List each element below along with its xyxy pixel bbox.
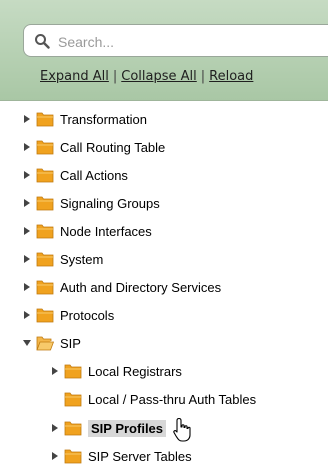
expand-arrow-icon[interactable]: [22, 198, 32, 208]
open-folder-icon: [36, 336, 54, 351]
tree-header: Expand All|Collapse All|Reload: [0, 0, 328, 101]
tree-item-label: Protocols: [60, 307, 115, 323]
tree-item-protocols[interactable]: Protocols: [22, 305, 114, 325]
folder-icon: [64, 392, 82, 407]
tree-item-label: Call Routing Table: [60, 139, 166, 155]
hand-pointer-icon: [173, 417, 191, 442]
folder-icon: [64, 421, 82, 436]
separator: |: [200, 69, 206, 84]
tree-item-sip-server-tables[interactable]: SIP Server Tables: [50, 446, 192, 466]
expand-arrow-icon[interactable]: [22, 226, 32, 236]
tree-item-label: SIP Profiles: [88, 419, 167, 437]
expand-arrow-icon[interactable]: [22, 114, 32, 124]
tree-item-label: SIP Server Tables: [88, 448, 192, 464]
tree-item-call-actions[interactable]: Call Actions: [22, 165, 128, 185]
tree-item-auth-directory-services[interactable]: Auth and Directory Services: [22, 277, 221, 297]
folder-icon: [36, 224, 54, 239]
collapse-arrow-icon[interactable]: [22, 338, 32, 348]
folder-icon: [64, 449, 82, 464]
folder-icon: [36, 196, 54, 211]
separator: |: [112, 69, 118, 84]
expand-arrow-icon[interactable]: [22, 142, 32, 152]
search-icon: [35, 34, 50, 49]
tree-item-label: Node Interfaces: [60, 223, 152, 239]
tree-item-node-interfaces[interactable]: Node Interfaces: [22, 221, 152, 241]
folder-icon: [36, 112, 54, 127]
collapse-all-link[interactable]: Collapse All: [121, 69, 197, 84]
reload-link[interactable]: Reload: [209, 69, 253, 84]
tree-actions: Expand All | Collapse All | Reload: [40, 69, 253, 84]
search-input[interactable]: [56, 30, 328, 54]
expand-all-link[interactable]: Expand All: [40, 69, 109, 84]
folder-icon: [36, 252, 54, 267]
expand-arrow-icon[interactable]: [22, 282, 32, 292]
tree-item-label: Local Registrars: [88, 363, 182, 379]
expand-arrow-icon[interactable]: [50, 366, 60, 376]
tree-item-transformation[interactable]: Transformation: [22, 109, 147, 129]
folder-icon: [64, 364, 82, 379]
tree-item-label: Auth and Directory Services: [60, 279, 222, 295]
tree-item-local-registrars[interactable]: Local Registrars: [50, 361, 182, 381]
tree-item-label: SIP: [60, 335, 81, 351]
tree-item-label: Call Actions: [60, 167, 128, 183]
folder-icon: [36, 308, 54, 323]
expand-arrow-icon[interactable]: [50, 451, 60, 461]
tree-item-system[interactable]: System: [22, 249, 103, 269]
tree-item-local-pass-thru-auth-tables[interactable]: Local / Pass-thru Auth Tables: [64, 389, 256, 409]
expand-arrow-icon[interactable]: [22, 170, 32, 180]
folder-icon: [36, 168, 54, 183]
navigation-tree: Transformation Call Routing Table Call A…: [0, 100, 328, 464]
tree-item-signaling-groups[interactable]: Signaling Groups: [22, 193, 160, 213]
search-box[interactable]: [23, 24, 328, 57]
tree-item-sip-profiles[interactable]: SIP Profiles: [50, 418, 167, 438]
tree-item-label: Local / Pass-thru Auth Tables: [88, 391, 257, 407]
folder-icon: [36, 280, 54, 295]
tree-item-label: System: [60, 251, 104, 267]
tree-item-sip[interactable]: SIP: [22, 333, 81, 353]
expand-arrow-icon[interactable]: [50, 423, 60, 433]
tree-item-label: Signaling Groups: [60, 195, 160, 211]
tree-item-call-routing-table[interactable]: Call Routing Table: [22, 137, 165, 157]
folder-icon: [36, 140, 54, 155]
expand-arrow-icon[interactable]: [22, 254, 32, 264]
expand-arrow-icon[interactable]: [22, 310, 32, 320]
tree-item-label: Transformation: [60, 111, 147, 127]
